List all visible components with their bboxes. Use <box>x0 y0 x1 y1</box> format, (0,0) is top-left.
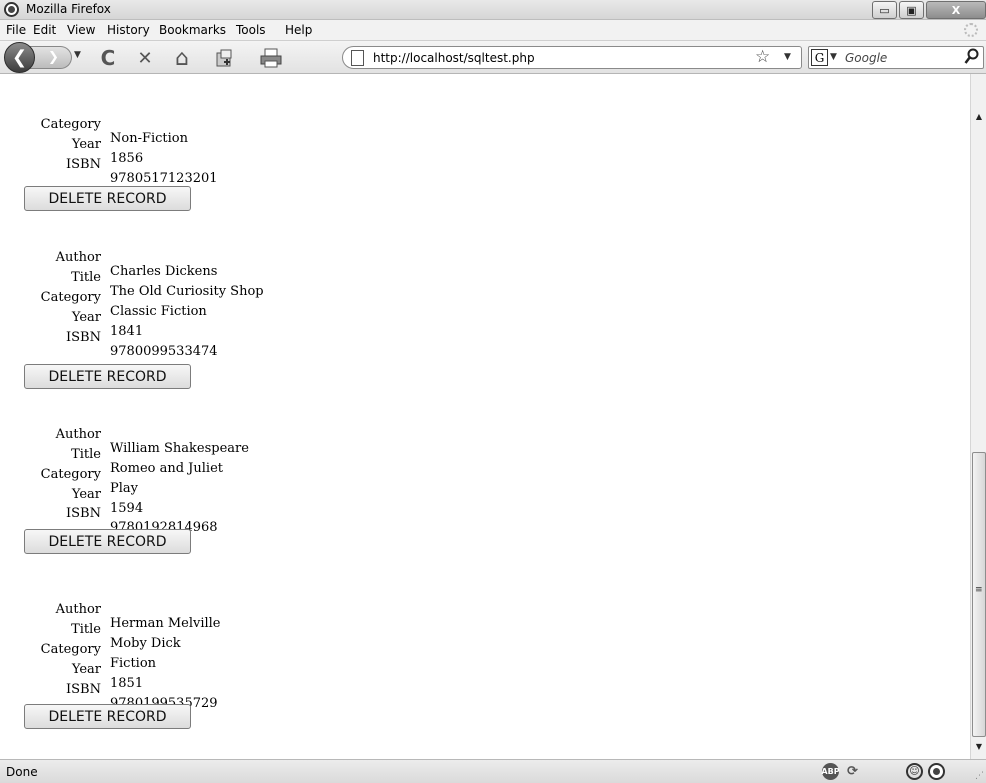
close-button[interactable]: X <box>926 1 986 19</box>
forward-button[interactable]: ❯ <box>30 46 72 69</box>
field-value: 1594 <box>110 501 144 516</box>
field-value: Fiction <box>110 656 157 671</box>
menu-bar: File Edit View History Bookmarks Tools H… <box>0 20 986 41</box>
scroll-up-arrow-icon[interactable]: ▲ <box>971 112 986 124</box>
forward-arrow-icon: ❯ <box>48 50 59 65</box>
field-row: Category Play <box>0 453 138 496</box>
delete-record-button[interactable]: DELETE RECORD <box>24 364 191 389</box>
field-value: 9780099533474 <box>110 344 218 359</box>
field-row: Year 1594 <box>0 473 143 516</box>
field-row: Title Romeo and Juliet <box>0 433 223 476</box>
field-value: Classic Fiction <box>110 304 207 319</box>
field-value: 1841 <box>110 324 144 339</box>
field-row: ISBN 9780099533474 <box>0 316 218 359</box>
menu-history[interactable]: History <box>107 23 150 37</box>
search-magnifier-icon[interactable] <box>964 48 980 70</box>
status-text: Done <box>6 765 38 779</box>
smiley-icon[interactable]: ☺ <box>906 763 923 780</box>
delete-record-button[interactable]: DELETE RECORD <box>24 186 191 211</box>
reload-icon[interactable]: C <box>97 46 119 70</box>
field-row: Title Moby Dick <box>0 608 181 651</box>
field-row: ISBN 9780192814968 <box>0 492 218 535</box>
field-value: Non-Fiction <box>110 131 189 146</box>
field-row: Author Charles Dickens <box>0 236 218 279</box>
field-value: Play <box>110 481 138 496</box>
field-row: Author Herman Melville <box>0 588 221 631</box>
close-icon: X <box>951 3 961 17</box>
page-icon <box>351 50 364 66</box>
minimize-icon: ▭ <box>879 3 890 17</box>
field-row: Title The Old Curiosity Shop <box>0 256 264 299</box>
field-label: ISBN <box>66 682 101 697</box>
field-value: 1851 <box>110 676 144 691</box>
field-row: Author William Shakespeare <box>0 413 249 456</box>
google-engine-icon[interactable]: G <box>811 49 828 66</box>
search-box[interactable]: G ▼ Google <box>808 46 984 69</box>
resize-grip-icon[interactable]: ⋰ <box>975 771 984 781</box>
menu-file[interactable]: File <box>6 23 26 37</box>
field-row: Category Fiction <box>0 628 156 671</box>
url-input[interactable]: http://localhost/sqltest.php <box>373 51 535 65</box>
search-input[interactable]: Google <box>845 51 887 65</box>
delete-record-button[interactable]: DELETE RECORD <box>24 529 191 554</box>
history-dropdown-icon[interactable]: ▼ <box>74 50 81 60</box>
scroll-thumb[interactable]: ≡ <box>972 452 986 737</box>
field-value: 1856 <box>110 151 144 166</box>
menu-view[interactable]: View <box>67 23 95 37</box>
field-row: Year 1851 <box>0 648 143 691</box>
back-button[interactable]: ❮ <box>4 42 35 73</box>
field-value: 9780517123201 <box>110 171 218 186</box>
menu-bookmarks[interactable]: Bookmarks <box>159 23 226 37</box>
field-value: William Shakespeare <box>110 441 249 456</box>
field-row: Year 1856 <box>0 123 143 166</box>
scroll-down-arrow-icon[interactable]: ▼ <box>971 742 986 754</box>
scroll-grip-icon: ≡ <box>975 585 983 595</box>
bookmark-star-icon[interactable]: ☆ <box>755 47 770 67</box>
delete-record-button[interactable]: DELETE RECORD <box>24 704 191 729</box>
home-icon[interactable]: ⌂ <box>171 46 193 71</box>
sync-icon[interactable]: ⟳ <box>844 763 861 780</box>
field-row: Year 1841 <box>0 296 143 339</box>
field-row: ISBN 9780199535729 <box>0 668 218 711</box>
search-engine-dropdown-icon[interactable]: ▼ <box>830 52 837 62</box>
window-title: Mozilla Firefox <box>26 2 111 16</box>
back-arrow-icon: ❮ <box>11 47 28 68</box>
minimize-button[interactable]: ▭ <box>872 1 897 19</box>
print-icon[interactable] <box>260 47 282 69</box>
stop-icon[interactable]: ✕ <box>134 47 156 69</box>
status-bar: Done ABP ⟳ ☺ ⋰ <box>0 759 986 783</box>
menu-tools[interactable]: Tools <box>236 23 266 37</box>
field-value: Romeo and Juliet <box>110 461 223 476</box>
throbber-icon <box>964 23 978 37</box>
field-value: The Old Curiosity Shop <box>110 284 264 299</box>
title-bar: Mozilla Firefox ▭ ▣ X <box>0 0 986 20</box>
maximize-button[interactable]: ▣ <box>899 1 924 19</box>
field-label: ISBN <box>66 330 101 345</box>
menu-edit[interactable]: Edit <box>33 23 56 37</box>
menu-help[interactable]: Help <box>285 23 312 37</box>
field-row: ISBN 9780517123201 <box>0 143 218 186</box>
url-bar[interactable]: http://localhost/sqltest.php ☆ ▼ <box>342 46 802 69</box>
field-value: Herman Melville <box>110 616 221 631</box>
page-content: Category Non-Fiction Year 1856 ISBN 9780… <box>0 74 970 759</box>
field-label: ISBN <box>66 157 101 172</box>
field-row: Category Non-Fiction <box>0 103 188 146</box>
field-value: Moby Dick <box>110 636 181 651</box>
url-dropdown-icon[interactable]: ▼ <box>784 52 791 62</box>
maximize-icon: ▣ <box>906 3 917 17</box>
firefox-icon <box>4 2 19 17</box>
adblock-icon[interactable]: ABP <box>821 763 840 780</box>
new-tab-icon[interactable] <box>214 47 236 69</box>
firefox-status-icon[interactable] <box>928 763 945 780</box>
field-row: Category Classic Fiction <box>0 276 207 319</box>
navigation-toolbar: ❯ ❮ ▼ C ✕ ⌂ http://localhost/sqltest.php… <box>0 41 986 74</box>
vertical-scrollbar[interactable]: ▲ ≡ ▼ <box>970 74 986 759</box>
field-value: Charles Dickens <box>110 264 218 279</box>
field-label: ISBN <box>66 506 101 521</box>
